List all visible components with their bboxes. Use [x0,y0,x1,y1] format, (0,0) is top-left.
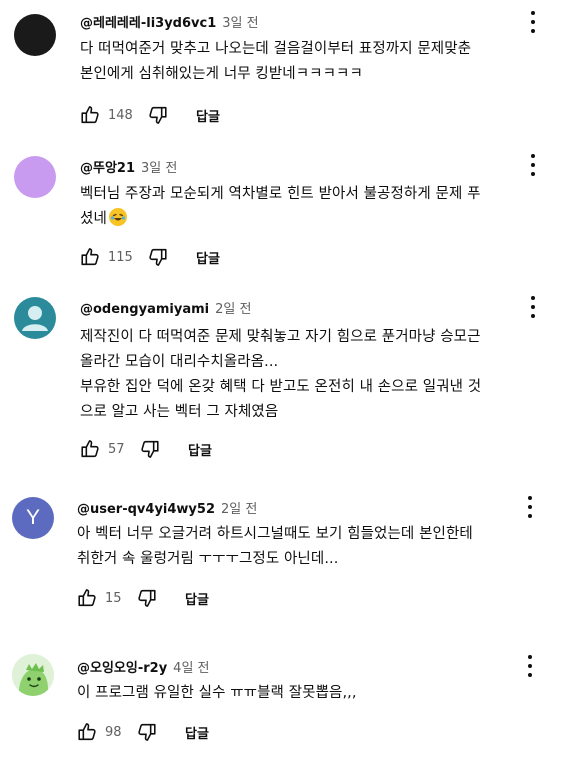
like-count: 98 [105,724,122,740]
avatar-letter: Y [25,506,40,529]
comment-line: 다 떠먹여준거 맞추고 나오는데 걸음걸이부터 표정까지 문제맞춘 [80,41,472,57]
like-count: 148 [108,107,133,123]
more-vert-icon[interactable] [525,496,535,518]
reply-button[interactable]: 답글 [185,589,209,608]
thumbs-up-icon[interactable] [78,245,102,269]
more-vert-icon[interactable] [528,11,538,33]
thumbs-up-icon[interactable] [75,586,99,610]
comment-line: 으로 알고 사는 벡터 그 자체였음 [80,404,279,420]
default-person-icon [22,306,48,331]
rolling-laughing-emoji-icon [108,208,127,226]
more-vert-icon[interactable] [525,655,535,677]
comment-line: 셨네 [80,211,107,227]
comment-line: 본인에게 심취해있는게 너무 킹받네ㅋㅋㅋㅋㅋ [80,66,363,82]
avatar[interactable] [12,654,54,696]
comment-line: 벡터님 주장과 모순되게 역차별로 힌트 받아서 불공정하게 문제 푸 [80,186,481,202]
comment-text: 제작진이 다 떠먹여준 문제 맞춰놓고 자기 힘으로 푼거마냥 승모근 올라간 … [80,325,481,425]
comment-text: 다 떠먹여준거 맞추고 나오는데 걸음걸이부터 표정까지 문제맞춘 본인에게 심… [80,37,471,87]
comment-line: 취한거 속 울렁거림 ㅜㅜㅜ그정도 아닌데... [77,551,339,567]
like-count: 115 [108,249,133,265]
more-vert-icon[interactable] [528,296,538,318]
comment-author[interactable]: @오잉오잉-r2y [77,657,167,676]
reply-button[interactable]: 답글 [188,440,212,459]
reply-button[interactable]: 답글 [196,248,220,267]
reply-button[interactable]: 답글 [196,106,220,125]
comment-author[interactable]: @odengyamiyami [80,302,209,317]
thumbs-down-icon[interactable] [138,437,162,461]
thumbs-up-icon[interactable] [78,437,102,461]
comment-line: 제작진이 다 떠먹여준 문제 맞춰놓고 자기 힘으로 푼거마냥 승모근 [80,329,481,345]
comment-line-wrap: 셨네 [80,207,481,232]
comment-timestamp[interactable]: 3일 전 [222,12,258,31]
thumbs-up-icon[interactable] [75,720,99,744]
thumbs-down-icon[interactable] [146,103,170,127]
comment-line: 부유한 집안 덕에 온갖 혜택 다 받고도 온전히 내 손으로 일궈낸 것 [80,379,482,395]
avatar[interactable] [14,156,56,198]
comment-timestamp[interactable]: 2일 전 [221,498,257,517]
comment-author[interactable]: @user-qv4yi4wy52 [77,502,215,517]
comment-timestamp[interactable]: 3일 전 [141,157,177,176]
reply-button[interactable]: 답글 [185,723,209,742]
comment-timestamp[interactable]: 4일 전 [173,657,209,676]
dinosaur-avatar-icon [12,654,54,696]
comment-text: 이 프로그램 유일한 실수 ㅠㅠ블랙 잘못뽑음,,, [77,681,357,706]
thumbs-down-icon[interactable] [135,720,159,744]
thumbs-up-icon[interactable] [78,103,102,127]
more-vert-icon[interactable] [528,154,538,176]
thumbs-down-icon[interactable] [146,245,170,269]
avatar[interactable]: Y [12,497,54,539]
comment-timestamp[interactable]: 2일 전 [215,298,251,317]
comment-line: 이 프로그램 유일한 실수 ㅠㅠ블랙 잘못뽑음,,, [77,685,357,701]
comment-author[interactable]: @레레레레-li3yd6vc1 [80,12,216,31]
comment-line: 아 벡터 너무 오글거려 하트시그널때도 보기 힘들었는데 본인한테 [77,526,473,542]
like-count: 57 [108,441,125,457]
avatar[interactable] [14,297,56,339]
avatar[interactable] [14,14,56,56]
comment-text: 벡터님 주장과 모순되게 역차별로 힌트 받아서 불공정하게 문제 푸 셨네 [80,182,481,232]
like-count: 15 [105,590,122,606]
comment-text: 아 벡터 너무 오글거려 하트시그널때도 보기 힘들었는데 본인한테 취한거 속… [77,522,473,572]
comment-line: 올라간 모습이 대리수치올라옴... [80,354,279,370]
comment-author[interactable]: @뚜앙21 [80,157,135,176]
thumbs-down-icon[interactable] [135,586,159,610]
